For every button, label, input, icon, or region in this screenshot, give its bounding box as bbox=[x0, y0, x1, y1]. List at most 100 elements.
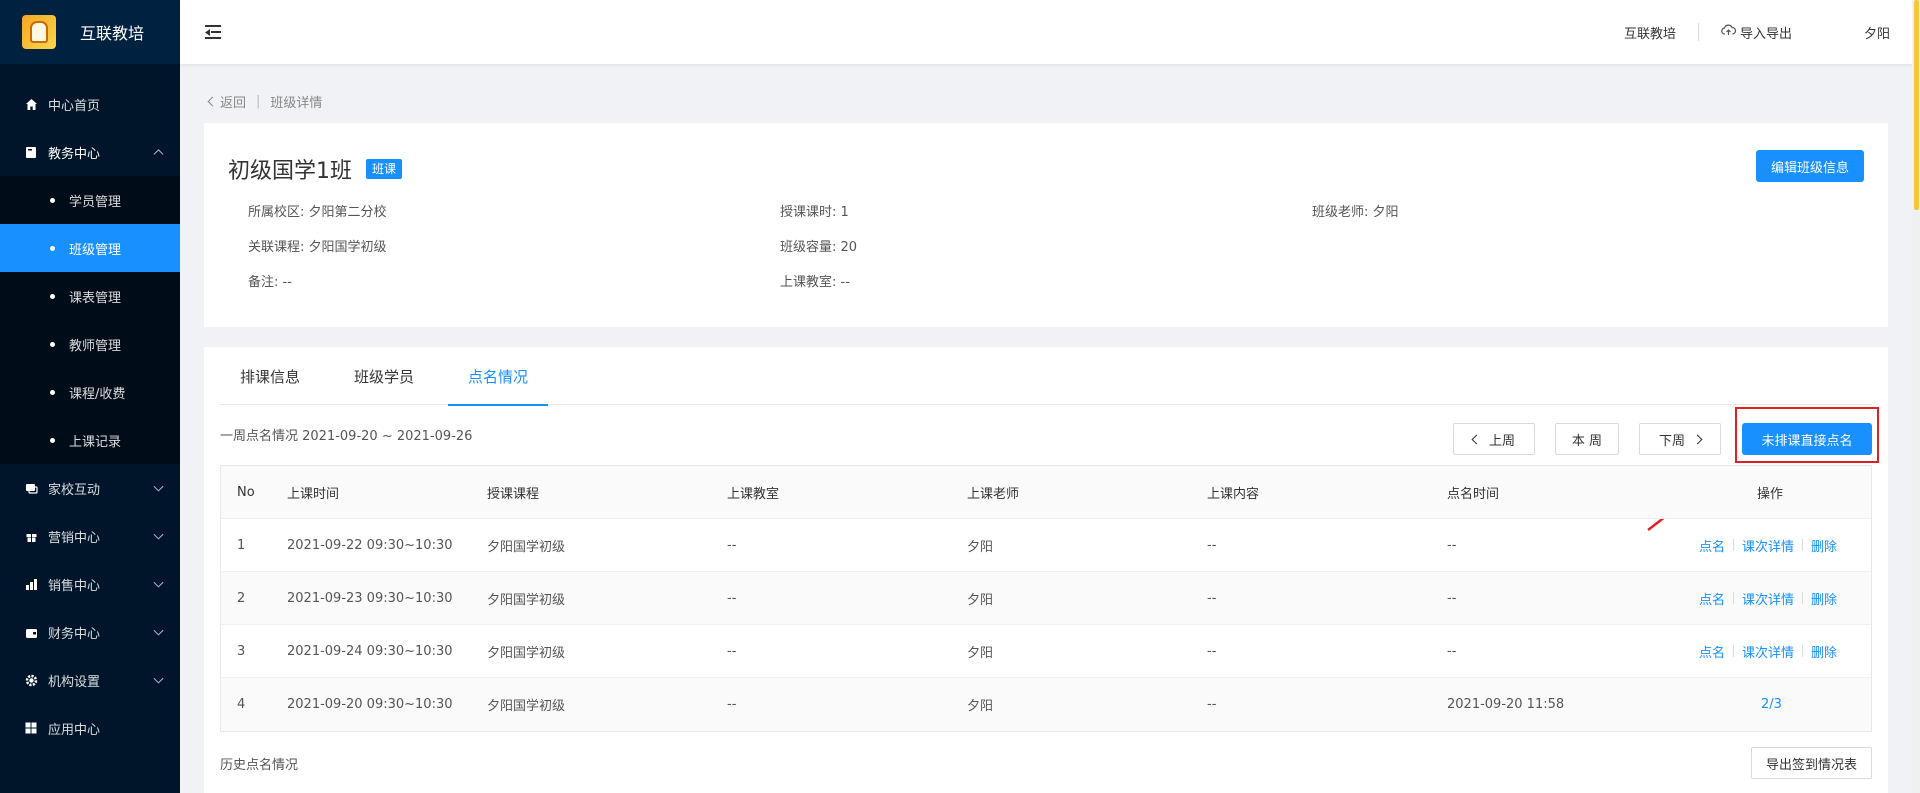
sidebar-item-label: 班级管理 bbox=[69, 242, 122, 258]
grid-icon bbox=[24, 721, 38, 735]
class-type-badge: 班课 bbox=[366, 159, 403, 179]
bullet-icon bbox=[50, 293, 55, 299]
column-header: 操作 bbox=[1757, 486, 1784, 502]
next-week-button[interactable]: 下周 bbox=[1639, 423, 1721, 455]
table-row: 1 2021-09-22 09:30~10:30 夕阳国学初级 -- 夕阳 --… bbox=[221, 519, 1871, 572]
cell-no: 4 bbox=[237, 697, 246, 712]
sidebar-item-teachers[interactable]: 教师管理 bbox=[0, 320, 180, 368]
edit-class-button[interactable]: 编辑班级信息 bbox=[1755, 150, 1864, 182]
sidebar-item-classes[interactable]: 班级管理 bbox=[0, 224, 180, 272]
bullet-icon bbox=[50, 389, 55, 395]
sidebar-item-label: 教师管理 bbox=[69, 338, 122, 354]
sidebar-item-students[interactable]: 学员管理 bbox=[0, 176, 180, 224]
cell-time: 2021-09-20 09:30~10:30 bbox=[287, 697, 453, 712]
chevron-down-icon bbox=[153, 625, 164, 636]
sidebar-item-label: 中心首页 bbox=[48, 98, 101, 114]
sidebar-item-academic[interactable]: 教务中心 bbox=[0, 128, 180, 176]
chevron-down-icon bbox=[153, 673, 164, 684]
header-actions: 互联教培 导入导出 夕阳 bbox=[1602, 0, 1890, 64]
chevron-down-icon bbox=[153, 481, 164, 492]
bullet-icon bbox=[50, 245, 55, 251]
rollcall-link[interactable]: 点名 bbox=[1699, 642, 1725, 661]
sidebar-item-marketing[interactable]: 营销中心 bbox=[0, 512, 180, 560]
cell-content: -- bbox=[1207, 537, 1217, 553]
user-menu[interactable]: 夕阳 bbox=[1814, 23, 1890, 42]
sidebar-item-label: 机构设置 bbox=[48, 674, 101, 690]
cell-rollcall-time: -- bbox=[1447, 537, 1457, 553]
sidebar-item-schedule[interactable]: 课表管理 bbox=[0, 272, 180, 320]
row-actions: 点名 课次详情 删除 bbox=[1699, 642, 1837, 661]
page-scrollbar[interactable] bbox=[1912, 0, 1920, 793]
divider bbox=[1733, 539, 1735, 551]
org-switch[interactable]: 互联教培 bbox=[1602, 23, 1698, 42]
sidebar-item-apps[interactable]: 应用中心 bbox=[0, 704, 180, 752]
sidebar-item-label: 学员管理 bbox=[69, 194, 122, 210]
cell-content: -- bbox=[1207, 697, 1217, 712]
sidebar-item-courses[interactable]: 课程/收费 bbox=[0, 368, 180, 416]
sidebar-item-finance[interactable]: 财务中心 bbox=[0, 608, 180, 656]
export-signin-button[interactable]: 导出签到情况表 bbox=[1750, 747, 1872, 779]
logo-bar[interactable]: 互联教培 bbox=[0, 0, 180, 64]
sidebar: 互联教培 中心首页 教务中心 学员管理 班级管理 课表管理 教师管理 课程/收费… bbox=[0, 0, 180, 793]
session-detail-link[interactable]: 课次详情 bbox=[1742, 589, 1794, 608]
breadcrumb-separator: | bbox=[256, 94, 261, 109]
sidebar-item-label: 上课记录 bbox=[69, 434, 122, 450]
rollcall-link[interactable]: 点名 bbox=[1699, 536, 1725, 555]
delete-link[interactable]: 删除 bbox=[1811, 589, 1837, 608]
chevron-down-icon bbox=[153, 529, 164, 540]
import-export-link[interactable]: 导入导出 bbox=[1699, 23, 1814, 42]
sidebar-item-class-records[interactable]: 上课记录 bbox=[0, 416, 180, 464]
cell-time: 2021-09-23 09:30~10:30 bbox=[287, 590, 453, 606]
scrollbar-thumb[interactable] bbox=[1914, 0, 1919, 210]
sidebar-item-sales[interactable]: 销售中心 bbox=[0, 560, 180, 608]
chevron-down-icon bbox=[153, 577, 164, 588]
row-actions: 2/3 bbox=[1761, 697, 1782, 712]
tab-rollcall[interactable]: 点名情况 bbox=[448, 347, 549, 406]
divider bbox=[1733, 592, 1735, 604]
chevron-left-icon bbox=[1471, 434, 1482, 444]
academic-submenu: 学员管理 班级管理 课表管理 教师管理 课程/收费 上课记录 bbox=[0, 176, 180, 464]
sidebar-item-home-school[interactable]: 家校互动 bbox=[0, 464, 180, 512]
sidebar-item-label: 销售中心 bbox=[48, 578, 101, 594]
divider bbox=[1733, 645, 1735, 657]
prev-week-button[interactable]: 上周 bbox=[1453, 423, 1535, 455]
class-title: 初级国学1班 班课 bbox=[228, 153, 403, 185]
cell-no: 3 bbox=[237, 643, 246, 659]
side-menu: 中心首页 教务中心 学员管理 班级管理 课表管理 教师管理 课程/收费 上课记录… bbox=[0, 64, 180, 752]
table-row: 4 2021-09-20 09:30~10:30 夕阳国学初级 -- 夕阳 --… bbox=[221, 678, 1871, 731]
cell-rollcall-time: 2021-09-20 11:58 bbox=[1447, 697, 1565, 712]
session-detail-link[interactable]: 课次详情 bbox=[1742, 642, 1794, 661]
cell-teacher: 夕阳 bbox=[967, 592, 994, 608]
column-header: 上课时间 bbox=[287, 486, 340, 502]
this-week-button[interactable]: 本 周 bbox=[1555, 423, 1619, 455]
cell-rollcall-time: -- bbox=[1447, 643, 1457, 659]
tab-class-students[interactable]: 班级学员 bbox=[334, 347, 434, 405]
cell-time: 2021-09-22 09:30~10:30 bbox=[287, 537, 453, 553]
menu-fold-icon[interactable] bbox=[205, 25, 223, 39]
org-name: 互联教培 bbox=[1623, 26, 1676, 42]
sidebar-item-org-settings[interactable]: 机构设置 bbox=[0, 656, 180, 704]
table-header-row: No 上课时间 授课课程 上课教室 上课老师 上课内容 点名时间 操作 bbox=[221, 466, 1871, 519]
back-link[interactable]: 返回 bbox=[207, 92, 246, 111]
chevron-left-icon bbox=[207, 96, 218, 107]
column-header: 上课老师 bbox=[967, 486, 1020, 502]
delete-link[interactable]: 删除 bbox=[1811, 642, 1837, 661]
this-week-label: 本 周 bbox=[1571, 433, 1603, 449]
cell-no: 1 bbox=[237, 537, 246, 553]
cell-teacher: 夕阳 bbox=[967, 645, 994, 661]
cell-course: 夕阳国学初级 bbox=[487, 592, 566, 608]
bullet-icon bbox=[50, 341, 55, 347]
week-range: 一周点名情况 2021-09-20 ~ 2021-09-26 bbox=[220, 429, 473, 444]
column-header: 点名时间 bbox=[1447, 486, 1500, 502]
tab-schedule-info[interactable]: 排课信息 bbox=[220, 347, 320, 405]
cell-course: 夕阳国学初级 bbox=[487, 699, 566, 714]
sidebar-item-home[interactable]: 中心首页 bbox=[0, 80, 180, 128]
rollcall-link[interactable]: 点名 bbox=[1699, 589, 1725, 608]
cell-rollcall-time: -- bbox=[1447, 590, 1457, 606]
session-detail-link[interactable]: 课次详情 bbox=[1742, 536, 1794, 555]
delete-link[interactable]: 删除 bbox=[1811, 536, 1837, 555]
cell-content: -- bbox=[1207, 590, 1217, 606]
campus-field: 所属校区: 夕阳第二分校 bbox=[248, 205, 387, 220]
cell-room: -- bbox=[727, 643, 737, 659]
attendance-ratio-link[interactable]: 2/3 bbox=[1761, 697, 1782, 712]
